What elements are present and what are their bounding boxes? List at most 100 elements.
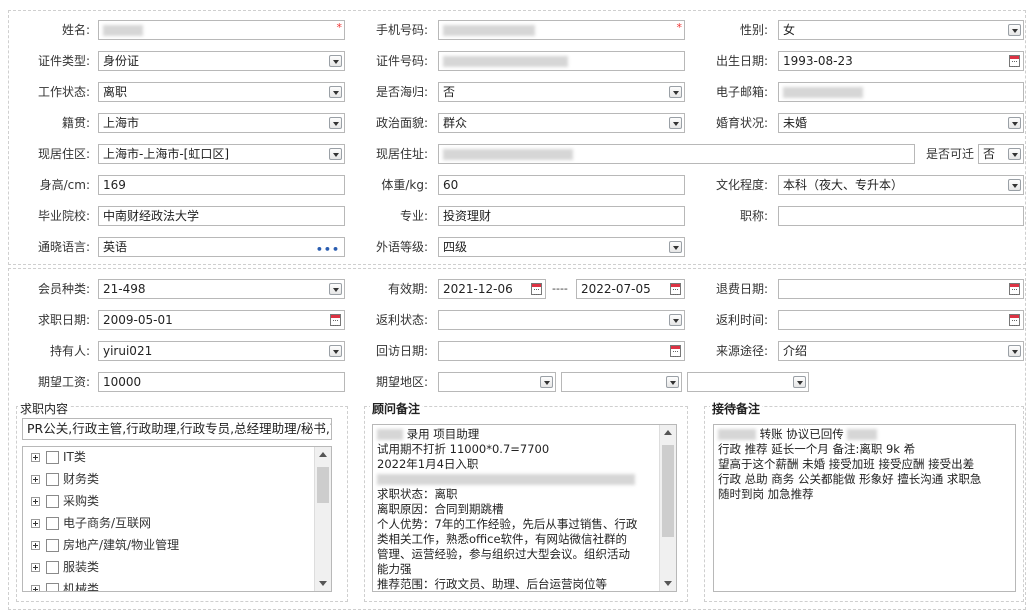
rebate-time-label: 返利时间: <box>715 313 768 327</box>
reception-notes-textarea[interactable]: 转账 协议已回传 行政 推荐 延长一个月 备注:离职 9k 希 望高于这个薪酬 … <box>713 424 1016 592</box>
job-category-tree[interactable]: IT类 财务类 采购类 电子商务/互联网 房地产/建筑/物业管理 服装类 机械类 <box>22 446 332 592</box>
calendar-icon[interactable] <box>670 345 681 357</box>
chevron-down-icon[interactable] <box>669 314 682 326</box>
checkbox[interactable] <box>46 451 59 464</box>
phone-field[interactable]: * <box>438 20 685 40</box>
calendar-icon[interactable] <box>1009 55 1020 67</box>
scroll-thumb[interactable] <box>317 467 329 503</box>
revisit-date-field[interactable] <box>438 341 685 361</box>
expected-salary-field[interactable]: 10000 <box>98 372 345 392</box>
major-field[interactable]: 投资理财 <box>438 206 685 226</box>
expected-area-district-select[interactable] <box>687 372 809 392</box>
language-field[interactable]: 英语 ••• <box>98 237 345 257</box>
rebate-time-field[interactable] <box>778 310 1024 330</box>
chevron-down-icon[interactable] <box>666 376 679 388</box>
rebate-status-select[interactable] <box>438 310 685 330</box>
advisor-notes-scrollbar[interactable] <box>659 425 676 591</box>
chevron-down-icon[interactable] <box>1008 24 1021 36</box>
scroll-up-icon[interactable] <box>319 452 327 457</box>
residence-address-field[interactable] <box>438 144 915 164</box>
political-select[interactable]: 群众 <box>438 113 685 133</box>
expand-icon[interactable] <box>31 519 40 528</box>
scroll-thumb[interactable] <box>662 445 674 537</box>
chevron-down-icon[interactable] <box>1008 345 1021 357</box>
scroll-down-icon[interactable] <box>319 581 327 586</box>
validity-to-field[interactable]: 2022-07-05 <box>576 279 685 299</box>
marital-select[interactable]: 未婚 <box>778 113 1024 133</box>
expected-area-city-select[interactable] <box>561 372 682 392</box>
more-options-icon[interactable]: ••• <box>316 241 340 256</box>
checkbox[interactable] <box>46 517 59 530</box>
height-field[interactable]: 169 <box>98 175 345 195</box>
chevron-down-icon[interactable] <box>1008 148 1021 160</box>
expand-icon[interactable] <box>31 541 40 550</box>
calendar-icon[interactable] <box>1009 283 1020 295</box>
political-label: 政治面貌: <box>375 116 428 130</box>
checkbox[interactable] <box>46 473 59 486</box>
chevron-down-icon[interactable] <box>329 117 342 129</box>
member-type-select[interactable]: 21-498 <box>98 279 345 299</box>
work-status-select[interactable]: 离职 <box>98 82 345 102</box>
name-field[interactable]: * <box>98 20 345 40</box>
tree-item-purchasing[interactable]: 采购类 <box>31 491 99 511</box>
chevron-down-icon[interactable] <box>793 376 806 388</box>
source-select[interactable]: 介绍 <box>778 341 1024 361</box>
chevron-down-icon[interactable] <box>1008 179 1021 191</box>
gender-select[interactable]: 女 <box>778 20 1024 40</box>
job-date-field[interactable]: 2009-05-01 <box>98 310 345 330</box>
refund-date-field[interactable] <box>778 279 1024 299</box>
native-place-select[interactable]: 上海市 <box>98 113 345 133</box>
checkbox[interactable] <box>46 561 59 574</box>
expand-icon[interactable] <box>31 585 40 591</box>
chevron-down-icon[interactable] <box>329 345 342 357</box>
tree-item-machinery[interactable]: 机械类 <box>31 579 99 591</box>
job-content-summary[interactable]: PR公关,行政主管,行政助理,行政专员,总经理助理/秘书,商务 <box>22 418 332 440</box>
chevron-down-icon[interactable] <box>329 283 342 295</box>
chevron-down-icon[interactable] <box>669 86 682 98</box>
native-place-label: 籍贯: <box>61 116 90 130</box>
tree-item-realestate[interactable]: 房地产/建筑/物业管理 <box>31 535 179 555</box>
expand-icon[interactable] <box>31 475 40 484</box>
chevron-down-icon[interactable] <box>329 55 342 67</box>
scroll-down-icon[interactable] <box>664 581 672 586</box>
tree-item-finance[interactable]: 财务类 <box>31 469 99 489</box>
calendar-icon[interactable] <box>330 314 341 326</box>
language-level-select[interactable]: 四级 <box>438 237 685 257</box>
tree-item-apparel[interactable]: 服装类 <box>31 557 99 577</box>
expand-icon[interactable] <box>31 497 40 506</box>
checkbox[interactable] <box>46 495 59 508</box>
scroll-up-icon[interactable] <box>664 430 672 435</box>
chevron-down-icon[interactable] <box>669 117 682 129</box>
chevron-down-icon[interactable] <box>329 86 342 98</box>
chevron-down-icon[interactable] <box>329 148 342 160</box>
residence-area-select[interactable]: 上海市-上海市-[虹口区] <box>98 144 345 164</box>
calendar-icon[interactable] <box>1009 314 1020 326</box>
tree-item-ecommerce[interactable]: 电子商务/互联网 <box>31 513 151 533</box>
chevron-down-icon[interactable] <box>1008 117 1021 129</box>
id-type-select[interactable]: 身份证 <box>98 51 345 71</box>
chevron-down-icon[interactable] <box>669 241 682 253</box>
residence-area-value: 上海市-上海市-[虹口区] <box>103 147 230 161</box>
expand-icon[interactable] <box>31 453 40 462</box>
tree-scrollbar[interactable] <box>314 447 331 591</box>
validity-from-field[interactable]: 2021-12-06 <box>438 279 546 299</box>
advisor-notes-textarea[interactable]: 录用 项目助理 试用期不打折 11000*0.7=7700 2022年1月4日入… <box>372 424 677 592</box>
calendar-icon[interactable] <box>531 283 542 295</box>
checkbox[interactable] <box>46 539 59 552</box>
birth-date-field[interactable]: 1993-08-23 <box>778 51 1024 71</box>
email-field[interactable] <box>778 82 1024 102</box>
calendar-icon[interactable] <box>670 283 681 295</box>
expected-area-province-select[interactable] <box>438 372 556 392</box>
tree-item-it[interactable]: IT类 <box>31 447 86 467</box>
returnee-select[interactable]: 否 <box>438 82 685 102</box>
chevron-down-icon[interactable] <box>540 376 553 388</box>
id-number-field[interactable] <box>438 51 685 71</box>
checkbox[interactable] <box>46 583 59 591</box>
relocatable-select[interactable]: 否 <box>978 144 1024 164</box>
title-field[interactable] <box>778 206 1024 226</box>
education-select[interactable]: 本科（夜大、专升本） <box>778 175 1024 195</box>
weight-field[interactable]: 60 <box>438 175 685 195</box>
expand-icon[interactable] <box>31 563 40 572</box>
holder-select[interactable]: yirui021 <box>98 341 345 361</box>
school-field[interactable]: 中南财经政法大学 <box>98 206 345 226</box>
